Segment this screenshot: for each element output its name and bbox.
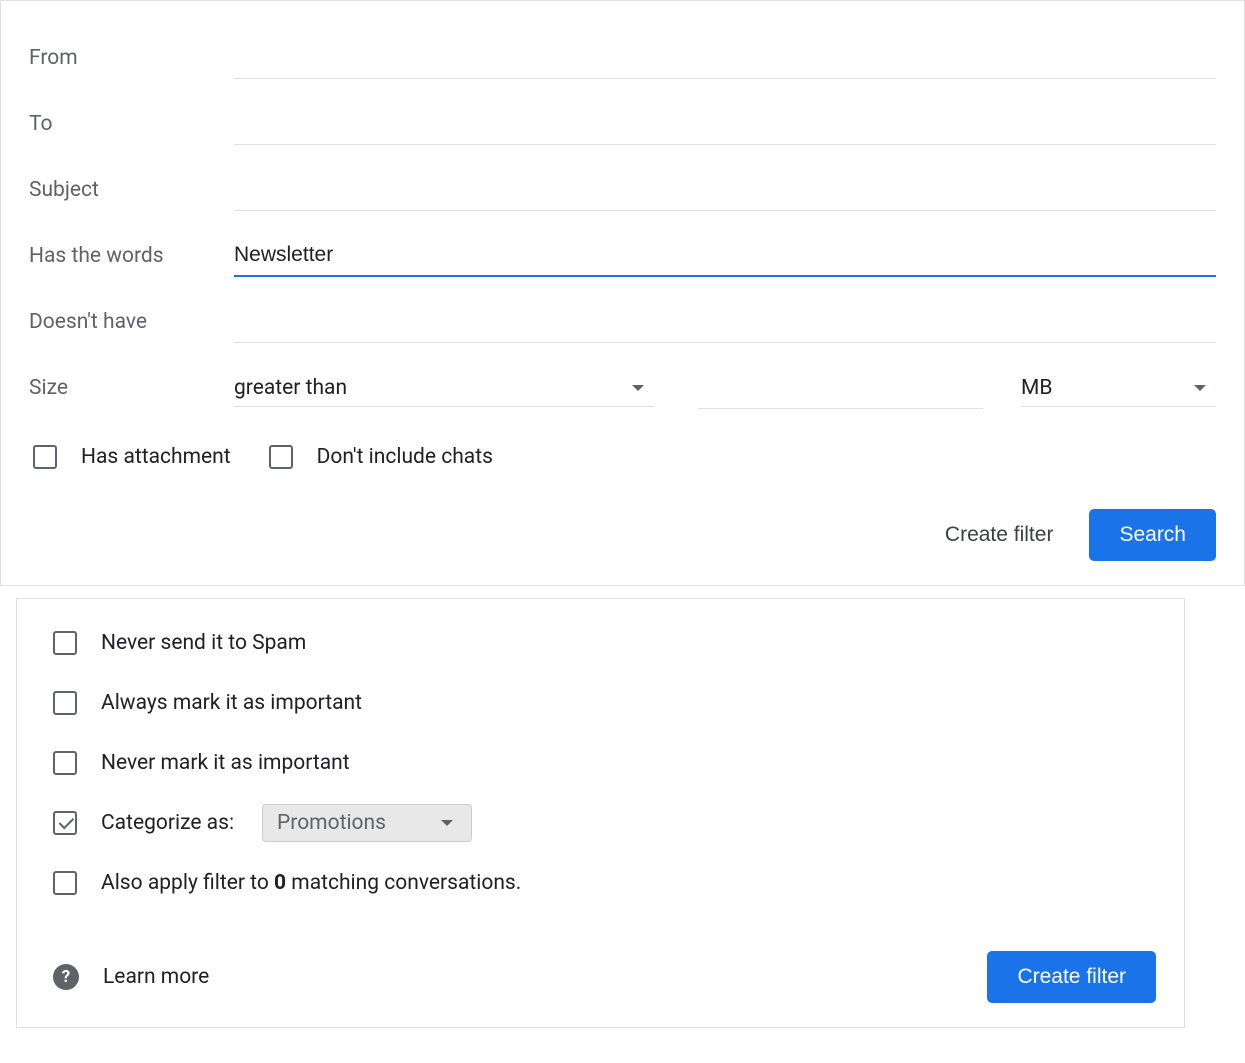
- help-icon[interactable]: ?: [53, 964, 79, 990]
- to-row: To: [29, 91, 1216, 157]
- doesnt-have-input[interactable]: [234, 302, 1216, 343]
- chevron-down-icon: [632, 385, 644, 391]
- size-comparator-select[interactable]: greater than: [234, 370, 654, 407]
- create-filter-link[interactable]: Create filter: [937, 513, 1062, 557]
- always-important-label: Always mark it as important: [101, 691, 362, 715]
- no-chats-label: Don't include chats: [317, 445, 493, 469]
- never-spam-row: Never send it to Spam: [53, 615, 1156, 671]
- chevron-down-icon: [441, 820, 453, 826]
- categorize-select[interactable]: Promotions: [262, 804, 472, 842]
- never-important-label: Never mark it as important: [101, 751, 350, 775]
- size-label: Size: [29, 376, 234, 400]
- attachment-chat-row: Has attachment Don't include chats: [33, 445, 1216, 469]
- never-spam-checkbox[interactable]: [53, 631, 77, 655]
- never-important-row: Never mark it as important: [53, 735, 1156, 791]
- actions-footer: ? Learn more Create filter: [53, 951, 1156, 1003]
- criteria-actions: Create filter Search: [29, 509, 1216, 561]
- apply-existing-checkbox[interactable]: [53, 871, 77, 895]
- doesnt-have-label: Doesn't have: [29, 310, 234, 334]
- filter-criteria-panel: From To Subject Has the words Doesn't ha…: [0, 0, 1245, 586]
- apply-existing-row: Also apply filter to 0 matching conversa…: [53, 855, 1156, 911]
- subject-label: Subject: [29, 178, 234, 202]
- from-label: From: [29, 46, 234, 70]
- to-label: To: [29, 112, 234, 136]
- categorize-value: Promotions: [277, 811, 386, 835]
- has-words-row: Has the words: [29, 223, 1216, 289]
- to-input[interactable]: [234, 104, 1216, 145]
- always-important-row: Always mark it as important: [53, 675, 1156, 731]
- create-filter-button[interactable]: Create filter: [987, 951, 1156, 1003]
- size-value-input[interactable]: [698, 368, 983, 409]
- filter-actions-panel: Never send it to Spam Always mark it as …: [16, 598, 1185, 1028]
- no-chats-item: Don't include chats: [269, 445, 493, 469]
- no-chats-checkbox[interactable]: [269, 445, 293, 469]
- has-words-input[interactable]: [234, 235, 1216, 277]
- learn-more-group: ? Learn more: [53, 964, 209, 990]
- size-unit-select[interactable]: MB: [1021, 370, 1216, 407]
- size-comparator-value: greater than: [234, 376, 347, 400]
- subject-row: Subject: [29, 157, 1216, 223]
- has-attachment-checkbox[interactable]: [33, 445, 57, 469]
- never-spam-label: Never send it to Spam: [101, 631, 306, 655]
- never-important-checkbox[interactable]: [53, 751, 77, 775]
- has-words-label: Has the words: [29, 244, 234, 268]
- search-button[interactable]: Search: [1089, 509, 1216, 561]
- from-row: From: [29, 25, 1216, 91]
- has-attachment-item: Has attachment: [33, 445, 231, 469]
- from-input[interactable]: [234, 38, 1216, 79]
- chevron-down-icon: [1194, 385, 1206, 391]
- apply-existing-label: Also apply filter to 0 matching conversa…: [101, 871, 521, 895]
- categorize-row: Categorize as: Promotions: [53, 795, 1156, 851]
- categorize-label: Categorize as:: [101, 811, 234, 835]
- learn-more-link[interactable]: Learn more: [103, 965, 209, 989]
- always-important-checkbox[interactable]: [53, 691, 77, 715]
- size-unit-value: MB: [1021, 376, 1052, 400]
- has-attachment-label: Has attachment: [81, 445, 231, 469]
- subject-input[interactable]: [234, 170, 1216, 211]
- doesnt-have-row: Doesn't have: [29, 289, 1216, 355]
- size-row: Size greater than MB: [29, 355, 1216, 421]
- categorize-checkbox[interactable]: [53, 811, 77, 835]
